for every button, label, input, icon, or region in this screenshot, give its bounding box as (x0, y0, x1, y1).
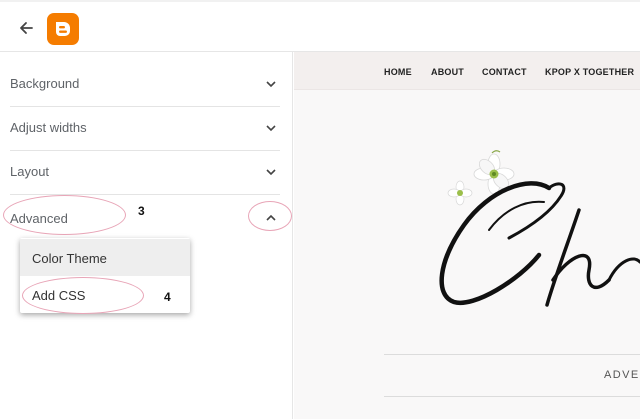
divider (384, 396, 640, 397)
highlight-advanced-chevron (248, 201, 292, 231)
highlight-advanced (3, 195, 126, 235)
menu-item-color-theme[interactable]: Color Theme (20, 239, 190, 276)
section-label: Background (10, 76, 80, 91)
section-layout[interactable]: Layout (10, 151, 280, 195)
back-button[interactable] (12, 14, 40, 42)
advertisement-banner-text: ADVER (604, 369, 640, 381)
top-bar (0, 0, 640, 52)
section-background[interactable]: Background (10, 63, 280, 107)
section-adjust-widths[interactable]: Adjust widths (10, 107, 280, 151)
arrow-left-icon (20, 22, 33, 34)
nav-link-kpop-x-together[interactable]: KPOP X TOGETHER (545, 67, 634, 77)
nav-link-home[interactable]: HOME (384, 67, 412, 77)
chevron-down-icon[interactable] (264, 77, 278, 91)
nav-link-contact[interactable]: CONTACT (482, 67, 527, 77)
section-label: Adjust widths (10, 120, 87, 135)
step-number: 4 (164, 290, 171, 304)
nav-link-about[interactable]: ABOUT (431, 67, 464, 77)
chevron-down-icon[interactable] (264, 165, 278, 179)
step-number: 3 (138, 204, 145, 218)
blog-script-logo (439, 181, 640, 307)
divider (384, 354, 640, 355)
section-label: Layout (10, 164, 50, 179)
theme-customizer-sidebar: Background Adjust widths Layout Advanced (0, 52, 293, 419)
highlight-add-css (22, 277, 144, 314)
blogger-logo[interactable] (47, 13, 79, 45)
menu-item-label: Color Theme (32, 251, 107, 266)
chevron-down-icon[interactable] (264, 121, 278, 135)
blog-nav: HOME ABOUT CONTACT KPOP X TOGETHER (294, 52, 640, 90)
blog-preview: HOME ABOUT CONTACT KPOP X TOGETHER ADVE (294, 52, 640, 419)
